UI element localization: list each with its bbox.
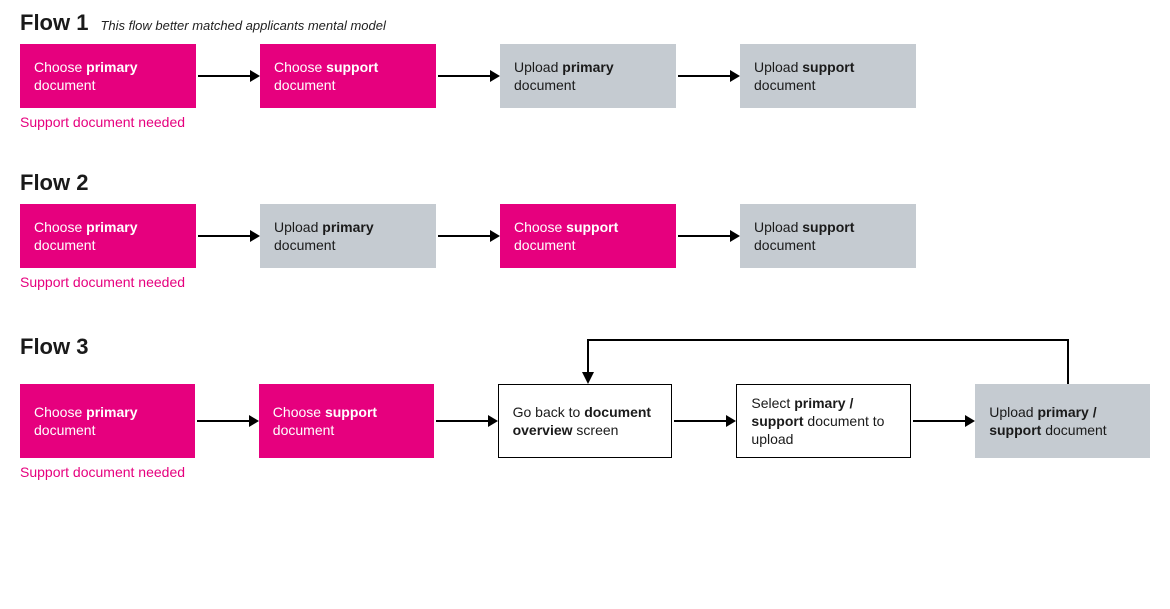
step-label: Choose support document <box>273 403 420 439</box>
step-choose-primary: Choose primary document <box>20 44 196 108</box>
loopback-arrow-icon <box>500 330 1150 384</box>
flow-caption: Support document needed <box>20 274 1150 290</box>
step-label: Go back to document overview screen <box>513 403 658 439</box>
step-upload-primary: Upload primary document <box>260 204 436 268</box>
step-select-to-upload: Select primary / support document to upl… <box>736 384 911 458</box>
flow-2: Flow 2 Choose primary document Upload pr… <box>20 170 1150 290</box>
arrow-icon <box>196 204 260 268</box>
flow-3: Flow 3 Choose primary document Choose su… <box>20 330 1150 480</box>
arrow-icon <box>676 204 740 268</box>
flow-title: Flow 3 <box>20 334 88 360</box>
arrow-icon <box>436 204 500 268</box>
step-label: Upload primary document <box>514 58 662 94</box>
flow-1: Flow 1 This flow better matched applican… <box>20 10 1150 130</box>
step-label: Choose support document <box>514 218 662 254</box>
flow-header: Flow 2 <box>20 170 1150 196</box>
step-choose-support: Choose support document <box>260 44 436 108</box>
step-label: Choose primary document <box>34 403 181 439</box>
arrow-icon <box>195 389 259 453</box>
step-choose-primary: Choose primary document <box>20 204 196 268</box>
step-upload-document: Upload primary / support document <box>975 384 1150 458</box>
flow-caption: Support document needed <box>20 464 1150 480</box>
flow-caption: Support document needed <box>20 114 1150 130</box>
flow-title: Flow 2 <box>20 170 88 196</box>
flow-subtitle: This flow better matched applicants ment… <box>100 18 385 33</box>
flow-row: Choose primary document Choose support d… <box>20 44 1150 108</box>
step-upload-support: Upload support document <box>740 44 916 108</box>
step-label: Choose primary document <box>34 218 182 254</box>
arrow-icon <box>436 44 500 108</box>
flow-header: Flow 1 This flow better matched applican… <box>20 10 1150 36</box>
step-choose-support: Choose support document <box>259 384 434 458</box>
step-label: Upload primary / support document <box>989 403 1136 439</box>
step-upload-primary: Upload primary document <box>500 44 676 108</box>
flow-row: Choose primary document Choose support d… <box>20 384 1150 458</box>
step-label: Upload primary document <box>274 218 422 254</box>
step-label: Upload support document <box>754 218 902 254</box>
step-label: Choose support document <box>274 58 422 94</box>
arrow-icon <box>434 389 498 453</box>
step-label: Select primary / support document to upl… <box>751 394 896 449</box>
flow-header: Flow 3 <box>20 334 500 360</box>
step-label: Choose primary document <box>34 58 182 94</box>
flow-title: Flow 1 <box>20 10 88 36</box>
arrow-icon <box>196 44 260 108</box>
flow-row: Choose primary document Upload primary d… <box>20 204 1150 268</box>
arrow-icon <box>676 44 740 108</box>
step-go-back-overview: Go back to document overview screen <box>498 384 673 458</box>
arrow-icon <box>911 389 975 453</box>
step-choose-primary: Choose primary document <box>20 384 195 458</box>
step-label: Upload support document <box>754 58 902 94</box>
arrow-icon <box>672 389 736 453</box>
step-upload-support: Upload support document <box>740 204 916 268</box>
step-choose-support: Choose support document <box>500 204 676 268</box>
